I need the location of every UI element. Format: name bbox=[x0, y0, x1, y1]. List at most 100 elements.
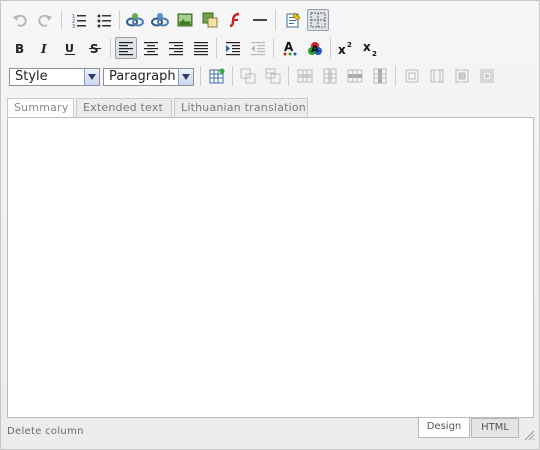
toggle-guidelines-icon bbox=[310, 12, 326, 28]
outdent-button[interactable] bbox=[247, 37, 269, 59]
justify-button[interactable] bbox=[190, 37, 212, 59]
svg-text:x: x bbox=[363, 40, 371, 54]
style-select[interactable]: Style bbox=[9, 68, 100, 86]
insert-row-above-button[interactable] bbox=[294, 65, 316, 87]
indent-button[interactable] bbox=[222, 37, 244, 59]
numbered-list-icon: 123 bbox=[72, 14, 86, 28]
resize-grip-icon[interactable] bbox=[523, 426, 535, 445]
table-cell-props-icon bbox=[240, 68, 256, 84]
separator bbox=[288, 66, 289, 86]
split-cell-icon bbox=[430, 69, 444, 83]
strikethrough-button[interactable]: S bbox=[84, 37, 106, 59]
remove-link-button[interactable] bbox=[149, 9, 171, 31]
insert-row-below-button[interactable] bbox=[344, 65, 366, 87]
horizontal-rule-icon bbox=[253, 19, 267, 21]
insert-image-icon bbox=[177, 13, 193, 27]
remove-link-icon bbox=[151, 13, 169, 27]
toggle-guidelines-button[interactable] bbox=[307, 9, 329, 31]
align-left-icon bbox=[119, 42, 133, 56]
format-select[interactable]: Paragraph bbox=[103, 68, 194, 86]
insert-link-button[interactable] bbox=[124, 9, 146, 31]
svg-text:2: 2 bbox=[372, 50, 377, 56]
bullet-list-button[interactable] bbox=[93, 9, 115, 31]
outdent-icon bbox=[251, 42, 265, 56]
split-cell-button[interactable] bbox=[426, 65, 448, 87]
insert-flash-icon bbox=[229, 12, 240, 28]
bold-icon: B bbox=[15, 42, 24, 56]
svg-text:B: B bbox=[15, 42, 24, 56]
table-row-props-button[interactable] bbox=[262, 65, 284, 87]
insert-row-above-icon bbox=[297, 69, 313, 83]
text-color-button[interactable]: A bbox=[279, 37, 301, 59]
horizontal-rule-button[interactable] bbox=[249, 9, 271, 31]
superscript-button[interactable]: x2 bbox=[335, 37, 357, 59]
svg-text:2: 2 bbox=[347, 41, 352, 49]
italic-button[interactable]: I bbox=[34, 37, 56, 59]
highlight-color-button[interactable]: A bbox=[304, 37, 326, 59]
paste-from-word-button[interactable] bbox=[282, 9, 304, 31]
merge-cells-icon bbox=[455, 69, 469, 83]
merge-cells-button[interactable] bbox=[451, 65, 473, 87]
superscript-icon: x2 bbox=[338, 41, 352, 56]
toolbar-row-3: Style Paragraph bbox=[7, 65, 527, 89]
insert-table-icon bbox=[209, 68, 225, 84]
format-select-value: Paragraph bbox=[109, 69, 176, 84]
align-right-icon bbox=[169, 42, 183, 56]
tab-summary[interactable]: Summary bbox=[7, 98, 74, 118]
table-cell-props-button[interactable] bbox=[237, 65, 259, 87]
separator bbox=[330, 38, 331, 58]
tab-lithuanian-translation[interactable]: Lithuanian translation bbox=[174, 98, 308, 117]
undo-button[interactable] bbox=[9, 9, 31, 31]
insert-link-icon bbox=[126, 13, 144, 27]
svg-text:A: A bbox=[284, 40, 294, 54]
separator bbox=[232, 66, 233, 86]
insert-flash-button[interactable] bbox=[224, 9, 246, 31]
numbered-list-button[interactable]: 123 bbox=[68, 9, 90, 31]
delete-column-icon bbox=[405, 69, 419, 83]
tab-extended-text[interactable]: Extended text bbox=[76, 98, 172, 117]
subscript-button[interactable]: x2 bbox=[360, 37, 382, 59]
align-left-button[interactable] bbox=[115, 37, 137, 59]
delete-column-button[interactable] bbox=[401, 65, 423, 87]
subscript-icon: x2 bbox=[363, 40, 377, 56]
insert-table-button[interactable] bbox=[206, 65, 228, 87]
style-select-value: Style bbox=[15, 69, 48, 84]
image-manager-button[interactable] bbox=[199, 9, 221, 31]
design-mode-button[interactable]: Design bbox=[418, 418, 470, 438]
separator bbox=[275, 10, 276, 30]
html-mode-button[interactable]: HTML bbox=[471, 418, 519, 438]
insert-row-below-icon bbox=[347, 69, 363, 83]
separator bbox=[119, 10, 120, 30]
delete-row-button[interactable] bbox=[369, 65, 391, 87]
separator bbox=[395, 66, 396, 86]
insert-image-button[interactable] bbox=[174, 9, 196, 31]
table-props-button[interactable] bbox=[476, 65, 498, 87]
toolbar-row-2: B I U S A A x 2 x 2 bbox=[7, 37, 527, 61]
indent-icon bbox=[226, 42, 240, 56]
insert-column-before-icon bbox=[323, 68, 337, 84]
image-manager-icon bbox=[202, 12, 218, 28]
align-center-button[interactable] bbox=[140, 37, 162, 59]
svg-text:A: A bbox=[311, 44, 319, 55]
justify-icon bbox=[194, 42, 208, 56]
separator bbox=[110, 38, 111, 58]
redo-button[interactable] bbox=[34, 9, 56, 31]
bullet-list-icon bbox=[97, 14, 111, 28]
editor-content-area[interactable] bbox=[7, 117, 534, 418]
underline-button[interactable]: U bbox=[59, 37, 81, 59]
chevron-down-icon bbox=[84, 69, 99, 85]
separator bbox=[216, 38, 217, 58]
align-center-icon bbox=[144, 42, 158, 56]
svg-text:x: x bbox=[338, 43, 346, 56]
undo-icon bbox=[13, 14, 27, 27]
align-right-button[interactable] bbox=[165, 37, 187, 59]
highlight-color-icon: A bbox=[308, 42, 322, 55]
toolbar-row-1: 123 bbox=[7, 9, 527, 33]
insert-column-before-button[interactable] bbox=[319, 65, 341, 87]
separator bbox=[61, 10, 62, 30]
svg-text:3: 3 bbox=[72, 24, 75, 28]
separator bbox=[273, 38, 274, 58]
italic-icon: I bbox=[40, 42, 47, 56]
bold-button[interactable]: B bbox=[9, 37, 31, 59]
status-text: Delete column bbox=[7, 426, 84, 437]
